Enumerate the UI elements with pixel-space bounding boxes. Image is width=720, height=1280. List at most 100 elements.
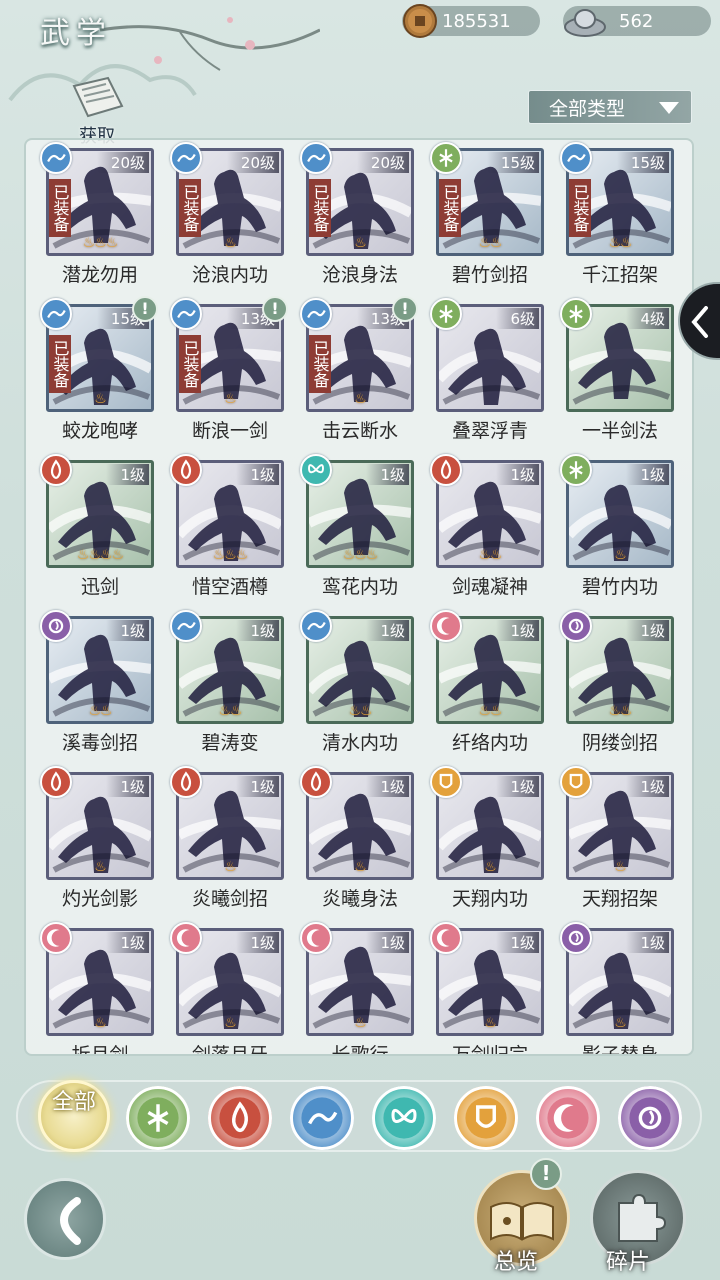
skill-list-panel[interactable]: 20级 已装备 ♨♨♨ 潜龙勿用 20级 已装备 ♨ 沧浪内功 20级已装备 ♨ 沧浪身法 15… bbox=[24, 138, 694, 1056]
skill-level: 1级 bbox=[236, 776, 279, 797]
skill-card[interactable]: 20级 已装备 ♨ 沧浪内功 bbox=[170, 142, 284, 298]
acquire-button[interactable]: 获取 bbox=[62, 76, 132, 147]
silver-ingot-icon bbox=[564, 9, 606, 37]
chevron-left-icon bbox=[691, 306, 708, 338]
school-filter-all[interactable]: 全部 bbox=[38, 1080, 110, 1152]
skill-card[interactable]: 1级 ♨ 长歌行 bbox=[300, 922, 414, 1054]
flame-rank-icons: ♨ bbox=[224, 1015, 237, 1031]
skill-name: 迅剑 bbox=[80, 576, 119, 598]
skill-card[interactable]: 1级 ♨ 影子替身 bbox=[560, 922, 674, 1054]
skill-name: 惜空酒樽 bbox=[191, 576, 268, 598]
flame-rank-icons: ♨♨ bbox=[608, 703, 632, 719]
school-filter-wave[interactable] bbox=[290, 1086, 354, 1150]
skill-card[interactable]: 1级 ♨♨ 碧涛变 bbox=[170, 610, 284, 766]
flame-rank-icons: ♨♨ bbox=[478, 547, 502, 563]
skill-card[interactable]: 1级 ♨ 炎曦身法 bbox=[300, 766, 414, 922]
coin-amount: 185531 bbox=[442, 10, 511, 32]
skill-card[interactable]: 4级一半剑法 bbox=[560, 298, 674, 454]
school-filter-all-label: 全部 bbox=[51, 1090, 96, 1115]
skill-name: 天翔内功 bbox=[451, 888, 528, 910]
skill-card[interactable]: 20级 已装备 ♨ 沧浪身法 bbox=[300, 142, 414, 298]
skill-card[interactable]: 15级 已装备 ♨! 蛟龙咆哮 bbox=[40, 296, 158, 454]
skill-card[interactable]: 13级 已装备 ♨! 击云断水 bbox=[300, 296, 418, 454]
skill-card[interactable]: 1级 ♨ 灼光剑影 bbox=[40, 766, 154, 922]
skill-level: 1级 bbox=[496, 776, 539, 797]
skill-card[interactable]: 20级 已装备 ♨♨♨ 潜龙勿用 bbox=[40, 142, 154, 298]
flame-rank-icons: ♨♨♨ bbox=[342, 547, 379, 563]
school-filter-bamboo[interactable] bbox=[126, 1086, 190, 1150]
butterfly-school-icon bbox=[383, 1097, 425, 1139]
flame-rank-icons: ♨ bbox=[484, 859, 497, 875]
skill-name: 清水内功 bbox=[321, 732, 398, 754]
skill-card[interactable]: 1级 ♨ 天翔招架 bbox=[560, 766, 674, 922]
wave-school-icon bbox=[170, 142, 202, 174]
skill-card[interactable]: 13级 已装备 ♨! 断浪一剑 bbox=[170, 296, 288, 454]
bamboo-school-icon bbox=[430, 142, 462, 174]
rose-school-icon bbox=[629, 1097, 671, 1139]
skill-card[interactable]: 1级 ♨♨ 剑魂凝神 bbox=[430, 454, 544, 610]
skill-name: 一半剑法 bbox=[581, 420, 658, 442]
alert-badge-icon: ! bbox=[262, 296, 288, 322]
skill-level: 4级 bbox=[626, 308, 669, 329]
skill-card[interactable]: 1级 ♨♨♨ 鸾花内功 bbox=[300, 454, 414, 610]
moon-school-icon bbox=[430, 610, 462, 642]
skill-card[interactable]: 15级 已装备 ♨♨ 碧竹剑招 bbox=[430, 142, 544, 298]
skill-card[interactable]: 1级 ♨ 炎曦剑招 bbox=[170, 766, 284, 922]
skill-card[interactable]: 1级 ♨ 天翔内功 bbox=[430, 766, 544, 922]
flame-rank-icons: ♨♨ bbox=[218, 703, 242, 719]
school-filter-moon[interactable] bbox=[536, 1086, 600, 1150]
school-filter-rose[interactable] bbox=[618, 1086, 682, 1150]
skill-card[interactable]: 1级 ♨♨ 溪毒剑招 bbox=[40, 610, 154, 766]
skill-level: 20级 bbox=[96, 152, 149, 173]
back-button[interactable] bbox=[24, 1178, 106, 1260]
school-filter-flame[interactable] bbox=[208, 1086, 272, 1150]
skill-level: 15级 bbox=[486, 152, 539, 173]
flame-rank-icons: ♨♨ bbox=[478, 703, 502, 719]
skill-card[interactable]: 1级 ♨♨ 清水内功 bbox=[300, 610, 414, 766]
skill-name: 沧浪身法 bbox=[321, 264, 398, 286]
flame-school-icon bbox=[40, 766, 72, 798]
skill-level: 1级 bbox=[496, 620, 539, 641]
skill-name: 影子替身 bbox=[581, 1044, 658, 1056]
skill-name: 鸾花内功 bbox=[321, 576, 398, 598]
skill-name: 剑魂凝神 bbox=[451, 576, 528, 598]
wave-school-icon bbox=[170, 298, 202, 330]
fragments-label: 碎片 bbox=[606, 1250, 651, 1275]
skill-card[interactable]: 1级 ♨♨♨ 惜空酒樽 bbox=[170, 454, 284, 610]
flame-school-icon bbox=[300, 766, 332, 798]
coin-counter: 185531 bbox=[402, 4, 540, 38]
skill-level: 15级 bbox=[616, 152, 669, 173]
flame-rank-icons: ♨ bbox=[94, 859, 107, 875]
skill-card[interactable]: 1级 ♨♨♨♨ 迅剑 bbox=[40, 454, 154, 610]
rose-school-icon bbox=[40, 610, 72, 642]
flame-rank-icons: ♨♨ bbox=[608, 235, 632, 251]
skill-card[interactable]: 6级 叠翠浮青 bbox=[430, 298, 544, 454]
moon-school-icon bbox=[430, 922, 462, 954]
skill-name: 潜龙勿用 bbox=[61, 264, 138, 286]
skill-card[interactable]: 1级 ♨♨ 纤络内功 bbox=[430, 610, 544, 766]
bamboo-school-icon bbox=[560, 454, 592, 486]
skill-card[interactable]: 1级 ♨ 碧竹内功 bbox=[560, 454, 674, 610]
skill-name: 千江招架 bbox=[581, 264, 658, 286]
scroll-book-icon bbox=[72, 76, 124, 118]
skill-card[interactable]: 1级 ♨♨ 阴缕剑招 bbox=[560, 610, 674, 766]
alert-badge-icon: ! bbox=[392, 296, 418, 322]
school-filter-butterfly[interactable] bbox=[372, 1086, 436, 1150]
equipped-badge: 已装备 bbox=[569, 179, 591, 237]
skill-card[interactable]: 1级 ♨ 万剑归宗 bbox=[430, 922, 544, 1054]
skill-card[interactable]: 1级 ♨ 折月剑 bbox=[40, 922, 154, 1054]
skill-name: 蛟龙咆哮 bbox=[61, 420, 138, 442]
skill-name: 叠翠浮青 bbox=[451, 420, 528, 442]
wave-school-icon bbox=[170, 610, 202, 642]
skill-level: 1级 bbox=[366, 464, 409, 485]
flame-rank-icons: ♨♨♨♨ bbox=[76, 547, 124, 563]
skill-name: 击云断水 bbox=[321, 420, 398, 442]
flame-rank-icons: ♨ bbox=[354, 235, 367, 251]
skill-card[interactable]: 15级已装备 ♨♨ 千江招架 bbox=[560, 142, 674, 298]
skill-level: 1级 bbox=[106, 932, 149, 953]
type-filter-dropdown[interactable]: 全部类型 bbox=[528, 90, 692, 124]
flame-school-icon bbox=[430, 454, 462, 486]
skill-card[interactable]: 1级 ♨ 剑落月牙 bbox=[170, 922, 284, 1054]
wave-school-icon bbox=[300, 298, 332, 330]
school-filter-shield[interactable] bbox=[454, 1086, 518, 1150]
